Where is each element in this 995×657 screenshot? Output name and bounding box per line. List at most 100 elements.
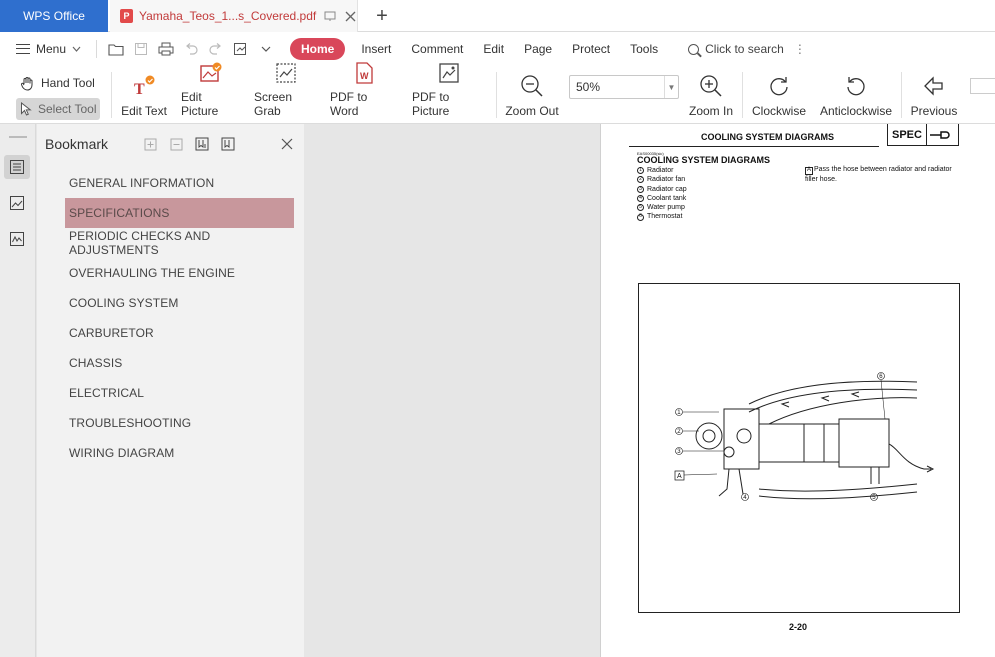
screen-grab-label: Screen Grab (254, 90, 293, 118)
document-tab[interactable]: P Yamaha_Teos_1...s_Covered.pdf (110, 0, 358, 32)
clockwise-label: Clockwise (751, 104, 806, 118)
pdf-to-picture-button[interactable]: PDF to Picture (412, 63, 486, 122)
bookmark-item-general-information[interactable]: GENERAL INFORMATION (65, 168, 294, 198)
add-bookmark-icon[interactable] (189, 134, 215, 154)
new-tab-button[interactable]: + (372, 6, 392, 26)
tab-home[interactable]: Home (290, 38, 346, 60)
bookmark-item-cooling-system[interactable]: COOLING SYSTEM (65, 288, 294, 318)
figure-note: A Pass the hose between radiator and radi… (805, 165, 965, 184)
legend-item: 4 Coolant tank (637, 194, 687, 203)
bookmark-item-periodic-checks[interactable]: PERIODIC CHECKS AND ADJUSTMENTS (65, 228, 294, 258)
app-tab[interactable]: WPS Office (0, 0, 108, 32)
page-heading: COOLING SYSTEM DIAGRAMS (637, 155, 771, 165)
edit-text-button[interactable]: T Edit Text (121, 70, 167, 122)
legend-item: 1 Radiator (637, 166, 687, 175)
collapse-all-icon[interactable] (163, 134, 189, 154)
select-tool-button[interactable]: Select Tool (16, 98, 100, 120)
main-menu-label: Menu (36, 42, 67, 56)
bookmark-panel: Bookmark GENERAL INFORMATION SPECIFICATI… (37, 124, 304, 657)
redo-icon[interactable] (203, 38, 228, 60)
zoom-out-label: Zoom Out (505, 104, 559, 118)
spec-badge: SPEC (887, 124, 959, 146)
edit-picture-label: Edit Picture (181, 90, 219, 118)
divider (111, 72, 112, 118)
screen-grab-button[interactable]: Screen Grab (254, 63, 318, 122)
rail-grip[interactable] (9, 136, 27, 138)
tab-page[interactable]: Page (524, 42, 552, 56)
spec-badge-label: SPEC (888, 124, 927, 145)
screenshot-icon[interactable] (228, 38, 253, 60)
tab-comment[interactable]: Comment (411, 42, 463, 56)
tab-monitor-icon[interactable] (323, 9, 337, 23)
divider (496, 72, 497, 118)
cooling-system-diagram: 1 2 3 4 5 6 A (638, 283, 960, 613)
signature-icon[interactable] (4, 227, 30, 251)
menu-row: Menu Home Insert Comment Edit Page Prote… (0, 32, 995, 66)
bookmark-item-wiring-diagram[interactable]: WIRING DIAGRAM (65, 438, 294, 468)
main-menu-button[interactable]: Menu (0, 42, 90, 56)
ribbon-toolbar: Hand Tool Select Tool T Edit Text Edit P… (0, 62, 995, 124)
tool-mode-group: Hand Tool Select Tool (16, 72, 100, 120)
bookmark-list: GENERAL INFORMATION SPECIFICATIONS PERIO… (65, 168, 294, 468)
previous-page-button[interactable]: Previous (908, 70, 960, 122)
zoom-out-icon (519, 73, 545, 99)
bookmark-item-carburetor[interactable]: CARBURETOR (65, 318, 294, 348)
pdf-file-icon: P (120, 9, 133, 23)
bookmark-item-specifications[interactable]: SPECIFICATIONS (65, 198, 294, 228)
more-options-icon[interactable]: ⋮ (794, 42, 806, 56)
search-box[interactable]: Click to search ⋮ (688, 42, 806, 56)
print-icon[interactable] (153, 38, 178, 60)
save-icon[interactable] (128, 38, 153, 60)
tab-insert[interactable]: Insert (361, 42, 391, 56)
zoom-in-button[interactable]: Zoom In (688, 70, 734, 122)
tab-protect[interactable]: Protect (572, 42, 610, 56)
edit-text-label: Edit Text (121, 104, 167, 118)
divider (901, 72, 902, 118)
divider (742, 72, 743, 118)
pdf-to-word-button[interactable]: W PDF to Word (330, 62, 398, 122)
select-tool-label: Select Tool (38, 102, 97, 116)
wrench-icon (929, 130, 950, 139)
rotate-clockwise-icon (766, 73, 792, 99)
hand-tool-label: Hand Tool (41, 76, 95, 90)
open-folder-icon[interactable] (103, 38, 128, 60)
expand-all-icon[interactable] (137, 134, 163, 154)
rotate-anticlockwise-icon (843, 73, 869, 99)
bookmark-item-troubleshooting[interactable]: TROUBLESHOOTING (65, 408, 294, 438)
bookmark-item-overhauling-engine[interactable]: OVERHAULING THE ENGINE (65, 258, 294, 288)
more-dropdown-icon[interactable] (253, 38, 278, 60)
zoom-out-button[interactable]: Zoom Out (504, 70, 560, 122)
pdf-page: COOLING SYSTEM DIAGRAMS SPEC EAS00035(si… (600, 124, 995, 657)
undo-icon[interactable] (178, 38, 203, 60)
figure-marker-a: A (677, 473, 682, 480)
legend-item: 5 Water pump (637, 203, 687, 212)
bookmark-title: Bookmark (45, 136, 109, 152)
zoom-level-value: 50% (576, 80, 601, 94)
rotate-clockwise-button[interactable]: Clockwise (751, 70, 807, 122)
edit-picture-button[interactable]: Edit Picture (181, 62, 241, 122)
hand-icon (21, 76, 33, 91)
zoom-level-select[interactable]: 50% ▼ (569, 75, 679, 99)
bookmark-item-chassis[interactable]: CHASSIS (65, 348, 294, 378)
page-number-input[interactable] (970, 78, 995, 94)
hand-tool-button[interactable]: Hand Tool (16, 72, 100, 94)
header-rule (629, 146, 879, 147)
note-text: Pass the hose between radiator and radia… (805, 166, 952, 183)
zoom-dropdown-chevron-icon[interactable]: ▼ (664, 76, 678, 98)
edit-text-icon: T (131, 73, 157, 99)
engine-hose-illustration: 1 2 3 4 5 6 A (674, 372, 935, 501)
document-canvas[interactable]: COOLING SYSTEM DIAGRAMS SPEC EAS00035(si… (304, 124, 995, 657)
bookmark-item-electrical[interactable]: ELECTRICAL (65, 378, 294, 408)
bookmark-panel-icon[interactable] (4, 155, 30, 179)
tab-tools[interactable]: Tools (630, 42, 658, 56)
zoom-in-icon (698, 73, 724, 99)
bookmark-header: Bookmark (45, 132, 297, 156)
figure-legend: 1 Radiator 2 Radiator fan 3 Radiator cap 4C… (637, 166, 687, 222)
bookmark-options-icon[interactable] (215, 134, 241, 154)
thumbnail-image-icon[interactable] (4, 191, 30, 215)
tab-edit[interactable]: Edit (483, 42, 504, 56)
close-tab-icon[interactable] (343, 9, 357, 23)
rotate-anticlockwise-button[interactable]: Anticlockwise (819, 70, 893, 122)
close-icon[interactable] (277, 134, 297, 154)
anticlockwise-label: Anticlockwise (819, 104, 893, 118)
